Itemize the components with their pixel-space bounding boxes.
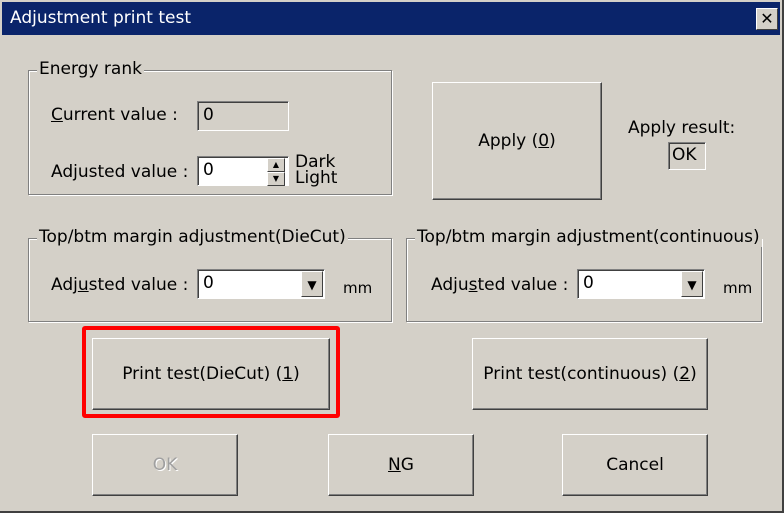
continuous-value-text: 0	[583, 273, 594, 293]
diecut-group-label: Top/btm margin adjustment(DieCut)	[37, 227, 348, 247]
print-test-diecut-button[interactable]: Print test(DieCut) (1)	[92, 338, 330, 410]
current-value-text: 0	[203, 105, 214, 125]
continuous-adjusted-label: Adjusted value :	[431, 275, 569, 295]
continuous-unit-label: mm	[723, 279, 753, 297]
diecut-unit-label: mm	[343, 279, 373, 297]
energy-adjusted-text: 0	[203, 160, 214, 180]
ng-button-label: NG	[388, 455, 414, 475]
diecut-margin-group: Top/btm margin adjustment(DieCut) Adjust…	[28, 227, 392, 322]
energy-spinner[interactable]: ▲ ▼	[267, 158, 285, 186]
print-test-continuous-button[interactable]: Print test(continuous) (2)	[472, 338, 708, 410]
continuous-dropdown-arrow-icon[interactable]: ▼	[681, 271, 703, 297]
ok-button[interactable]: OK	[92, 434, 238, 496]
cancel-button-label: Cancel	[606, 455, 664, 475]
apply-button-label: Apply (0)	[478, 131, 556, 151]
ng-button[interactable]: NG	[328, 434, 474, 496]
cancel-button[interactable]: Cancel	[562, 434, 708, 496]
current-value-label: Current value :	[51, 105, 178, 125]
spin-up-icon[interactable]: ▲	[267, 158, 285, 172]
diecut-adjusted-label: Adjusted value :	[51, 275, 189, 295]
energy-rank-group: Energy rank Current value : 0 Adjusted v…	[28, 59, 392, 195]
current-value-field: 0	[197, 101, 289, 131]
title-bar[interactable]: Adjustment print test ✕	[2, 2, 780, 35]
print-test-continuous-label: Print test(continuous) (2)	[483, 364, 697, 384]
apply-button[interactable]: Apply (0)	[432, 82, 602, 200]
diecut-value-text: 0	[203, 273, 214, 293]
window-title: Adjustment print test	[10, 8, 191, 28]
adjusted-energy-label: Adjusted value :	[51, 162, 189, 182]
print-test-diecut-label: Print test(DieCut) (1)	[122, 364, 300, 384]
apply-result-label: Apply result:	[628, 118, 736, 138]
spin-down-icon[interactable]: ▼	[267, 172, 285, 186]
continuous-margin-group: Top/btm margin adjustment(continuous) Ad…	[406, 227, 762, 322]
dialog-window: Adjustment print test ✕ Energy rank Curr…	[0, 0, 784, 513]
energy-rank-group-label: Energy rank	[37, 59, 144, 79]
continuous-group-label: Top/btm margin adjustment(continuous)	[415, 227, 762, 247]
close-icon: ✕	[760, 9, 774, 28]
diecut-dropdown-arrow-icon[interactable]: ▼	[301, 271, 323, 297]
ok-button-label: OK	[152, 455, 178, 475]
apply-result-value: OK	[672, 145, 697, 165]
light-label: Light	[295, 168, 338, 188]
apply-result-field: OK	[668, 142, 706, 170]
close-button[interactable]: ✕	[756, 8, 778, 30]
